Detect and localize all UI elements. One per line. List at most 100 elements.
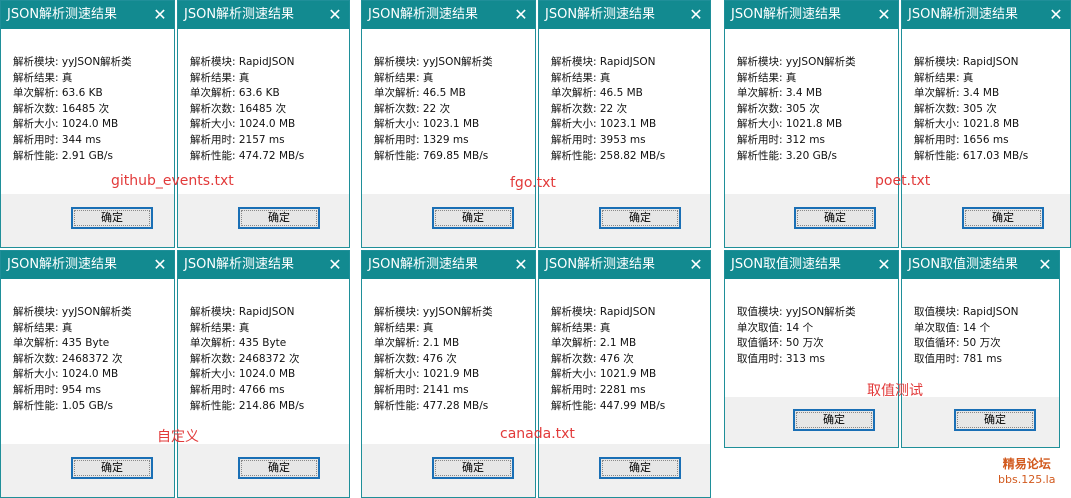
ok-button[interactable]: 确定 bbox=[432, 207, 514, 229]
line-single: 单次解析: 63.6 KB bbox=[13, 87, 103, 100]
line-module: 解析模块: RapidJSON bbox=[190, 306, 295, 318]
line-perf: 解析性能: 474.72 MB/s bbox=[190, 149, 305, 162]
line-perf: 解析性能: 214.86 MB/s bbox=[190, 399, 305, 412]
ok-button[interactable]: 确定 bbox=[238, 457, 320, 479]
dialog-title: JSON解析测速结果 bbox=[184, 7, 295, 22]
line-size: 解析大小: 1024.0 MB bbox=[190, 368, 296, 381]
dialog-poet-yyjson: JSON解析测速结果 ✕ 解析模块: yyJSON解析类 解析结果: 真 单次解析… bbox=[724, 0, 899, 248]
dialog-fgo-rapidjson: JSON解析测速结果 ✕ 解析模块: RapidJSON 解析结果: 真 单次解析… bbox=[538, 0, 711, 248]
line-time: 取值用时: 313 ms bbox=[737, 352, 825, 365]
close-icon[interactable]: ✕ bbox=[513, 251, 529, 279]
line-count: 解析次数: 476 次 bbox=[374, 352, 457, 365]
line-perf: 解析性能: 617.03 MB/s bbox=[914, 149, 1029, 162]
line-time: 解析用时: 1329 ms bbox=[374, 133, 469, 146]
titlebar: JSON解析测速结果 ✕ bbox=[539, 251, 710, 279]
ok-button[interactable]: 确定 bbox=[794, 207, 876, 229]
line-single: 单次解析: 63.6 KB bbox=[190, 87, 280, 100]
dialog-title: JSON解析测速结果 bbox=[7, 257, 118, 272]
button-bar: 确定 bbox=[902, 194, 1070, 247]
result-lines: 取值模块: RapidJSON 单次取值: 14 个 取值循环: 50 万次 取… bbox=[914, 305, 1019, 367]
line-count: 解析次数: 22 次 bbox=[374, 102, 451, 115]
result-lines: 取值模块: yyJSON解析类 单次取值: 14 个 取值循环: 50 万次 取… bbox=[737, 305, 856, 367]
watermark-url: bbs.125.la bbox=[998, 473, 1056, 486]
line-single: 单次解析: 2.1 MB bbox=[374, 337, 460, 350]
line-result: 解析结果: 真 bbox=[374, 71, 434, 84]
line-perf: 解析性能: 477.28 MB/s bbox=[374, 399, 489, 412]
ok-button[interactable]: 确定 bbox=[432, 457, 514, 479]
close-icon[interactable]: ✕ bbox=[688, 1, 704, 29]
line-result: 解析结果: 真 bbox=[914, 71, 974, 84]
titlebar: JSON解析测速结果 ✕ bbox=[1, 251, 174, 279]
line-result: 解析结果: 真 bbox=[374, 321, 434, 334]
dialog-title: JSON解析测速结果 bbox=[7, 7, 118, 22]
result-lines: 解析模块: yyJSON解析类 解析结果: 真 单次解析: 3.4 MB 解析次… bbox=[737, 55, 856, 164]
dialog-title: JSON取值测速结果 bbox=[908, 257, 1019, 272]
line-count: 解析次数: 2468372 次 bbox=[13, 352, 123, 365]
line-time: 解析用时: 2141 ms bbox=[374, 383, 469, 396]
dialog-title: JSON取值测速结果 bbox=[731, 257, 842, 272]
caption-canada: canada.txt bbox=[500, 426, 575, 442]
line-result: 解析结果: 真 bbox=[13, 71, 73, 84]
close-icon[interactable]: ✕ bbox=[876, 1, 892, 29]
caption-get-test: 取值测试 bbox=[867, 383, 923, 399]
line-count: 解析次数: 16485 次 bbox=[13, 102, 110, 115]
titlebar: JSON解析测速结果 ✕ bbox=[539, 1, 710, 29]
close-icon[interactable]: ✕ bbox=[152, 251, 168, 279]
ok-button[interactable]: 确定 bbox=[71, 207, 153, 229]
result-lines: 解析模块: RapidJSON 解析结果: 真 单次解析: 2.1 MB 解析次… bbox=[551, 305, 665, 414]
line-perf: 解析性能: 1.05 GB/s bbox=[13, 399, 113, 412]
ok-button[interactable]: 确定 bbox=[71, 457, 153, 479]
line-count: 解析次数: 2468372 次 bbox=[190, 352, 300, 365]
ok-button[interactable]: 确定 bbox=[599, 207, 681, 229]
line-time: 解析用时: 312 ms bbox=[737, 133, 825, 146]
close-icon[interactable]: ✕ bbox=[152, 1, 168, 29]
caption-custom: 自定义 bbox=[157, 429, 199, 445]
dialog-canada-yyjson: JSON解析测速结果 ✕ 解析模块: yyJSON解析类 解析结果: 真 单次解析… bbox=[361, 250, 536, 498]
line-loop: 取值循环: 50 万次 bbox=[914, 337, 1001, 350]
dialog-title: JSON解析测速结果 bbox=[545, 257, 656, 272]
line-result: 解析结果: 真 bbox=[737, 71, 797, 84]
close-icon[interactable]: ✕ bbox=[1048, 1, 1064, 29]
ok-button[interactable]: 确定 bbox=[599, 457, 681, 479]
result-lines: 解析模块: RapidJSON 解析结果: 真 单次解析: 63.6 KB 解析… bbox=[190, 55, 304, 164]
button-bar: 确定 bbox=[725, 194, 898, 247]
close-icon[interactable]: ✕ bbox=[688, 251, 704, 279]
line-single: 单次取值: 14 个 bbox=[737, 321, 814, 334]
line-size: 解析大小: 1023.1 MB bbox=[551, 118, 657, 131]
line-module: 取值模块: RapidJSON bbox=[914, 306, 1019, 318]
dialog-title: JSON解析测速结果 bbox=[908, 7, 1019, 22]
line-module: 解析模块: yyJSON解析类 bbox=[374, 56, 493, 68]
line-single: 单次解析: 2.1 MB bbox=[551, 337, 637, 350]
close-icon[interactable]: ✕ bbox=[1037, 251, 1053, 279]
ok-button[interactable]: 确定 bbox=[954, 409, 1036, 431]
ok-button[interactable]: 确定 bbox=[238, 207, 320, 229]
dialog-canada-rapidjson: JSON解析测速结果 ✕ 解析模块: RapidJSON 解析结果: 真 单次解析… bbox=[538, 250, 711, 498]
line-time: 解析用时: 344 ms bbox=[13, 133, 101, 146]
line-time: 解析用时: 4766 ms bbox=[190, 383, 285, 396]
line-time: 解析用时: 1656 ms bbox=[914, 133, 1009, 146]
caption-fgo: fgo.txt bbox=[510, 175, 556, 191]
line-count: 解析次数: 305 次 bbox=[914, 102, 997, 115]
caption-github-events: github_events.txt bbox=[111, 173, 234, 189]
result-lines: 解析模块: yyJSON解析类 解析结果: 真 单次解析: 435 Byte 解… bbox=[13, 305, 132, 414]
dialog-github-rapidjson: JSON解析测速结果 ✕ 解析模块: RapidJSON 解析结果: 真 单次解析… bbox=[177, 0, 350, 248]
dialog-custom-yyjson: JSON解析测速结果 ✕ 解析模块: yyJSON解析类 解析结果: 真 单次解析… bbox=[0, 250, 175, 498]
line-module: 解析模块: RapidJSON bbox=[190, 56, 295, 68]
close-icon[interactable]: ✕ bbox=[876, 251, 892, 279]
line-perf: 解析性能: 3.20 GB/s bbox=[737, 149, 837, 162]
line-result: 解析结果: 真 bbox=[551, 71, 611, 84]
button-bar: 确定 bbox=[725, 397, 898, 447]
watermark-name: 精易论坛 bbox=[1002, 457, 1051, 471]
line-single: 单次解析: 435 Byte bbox=[13, 337, 110, 350]
ok-button[interactable]: 确定 bbox=[962, 207, 1044, 229]
line-time: 解析用时: 2281 ms bbox=[551, 383, 646, 396]
line-module: 解析模块: RapidJSON bbox=[551, 306, 656, 318]
close-icon[interactable]: ✕ bbox=[327, 1, 343, 29]
close-icon[interactable]: ✕ bbox=[327, 251, 343, 279]
close-icon[interactable]: ✕ bbox=[513, 1, 529, 29]
dialog-github-yyjson: JSON解析测速结果 ✕ 解析模块: yyJSON解析类 解析结果: 真 单次解析… bbox=[0, 0, 175, 248]
line-time: 解析用时: 954 ms bbox=[13, 383, 101, 396]
button-bar: 确定 bbox=[902, 397, 1059, 447]
titlebar: JSON解析测速结果 ✕ bbox=[902, 1, 1070, 29]
ok-button[interactable]: 确定 bbox=[793, 409, 875, 431]
